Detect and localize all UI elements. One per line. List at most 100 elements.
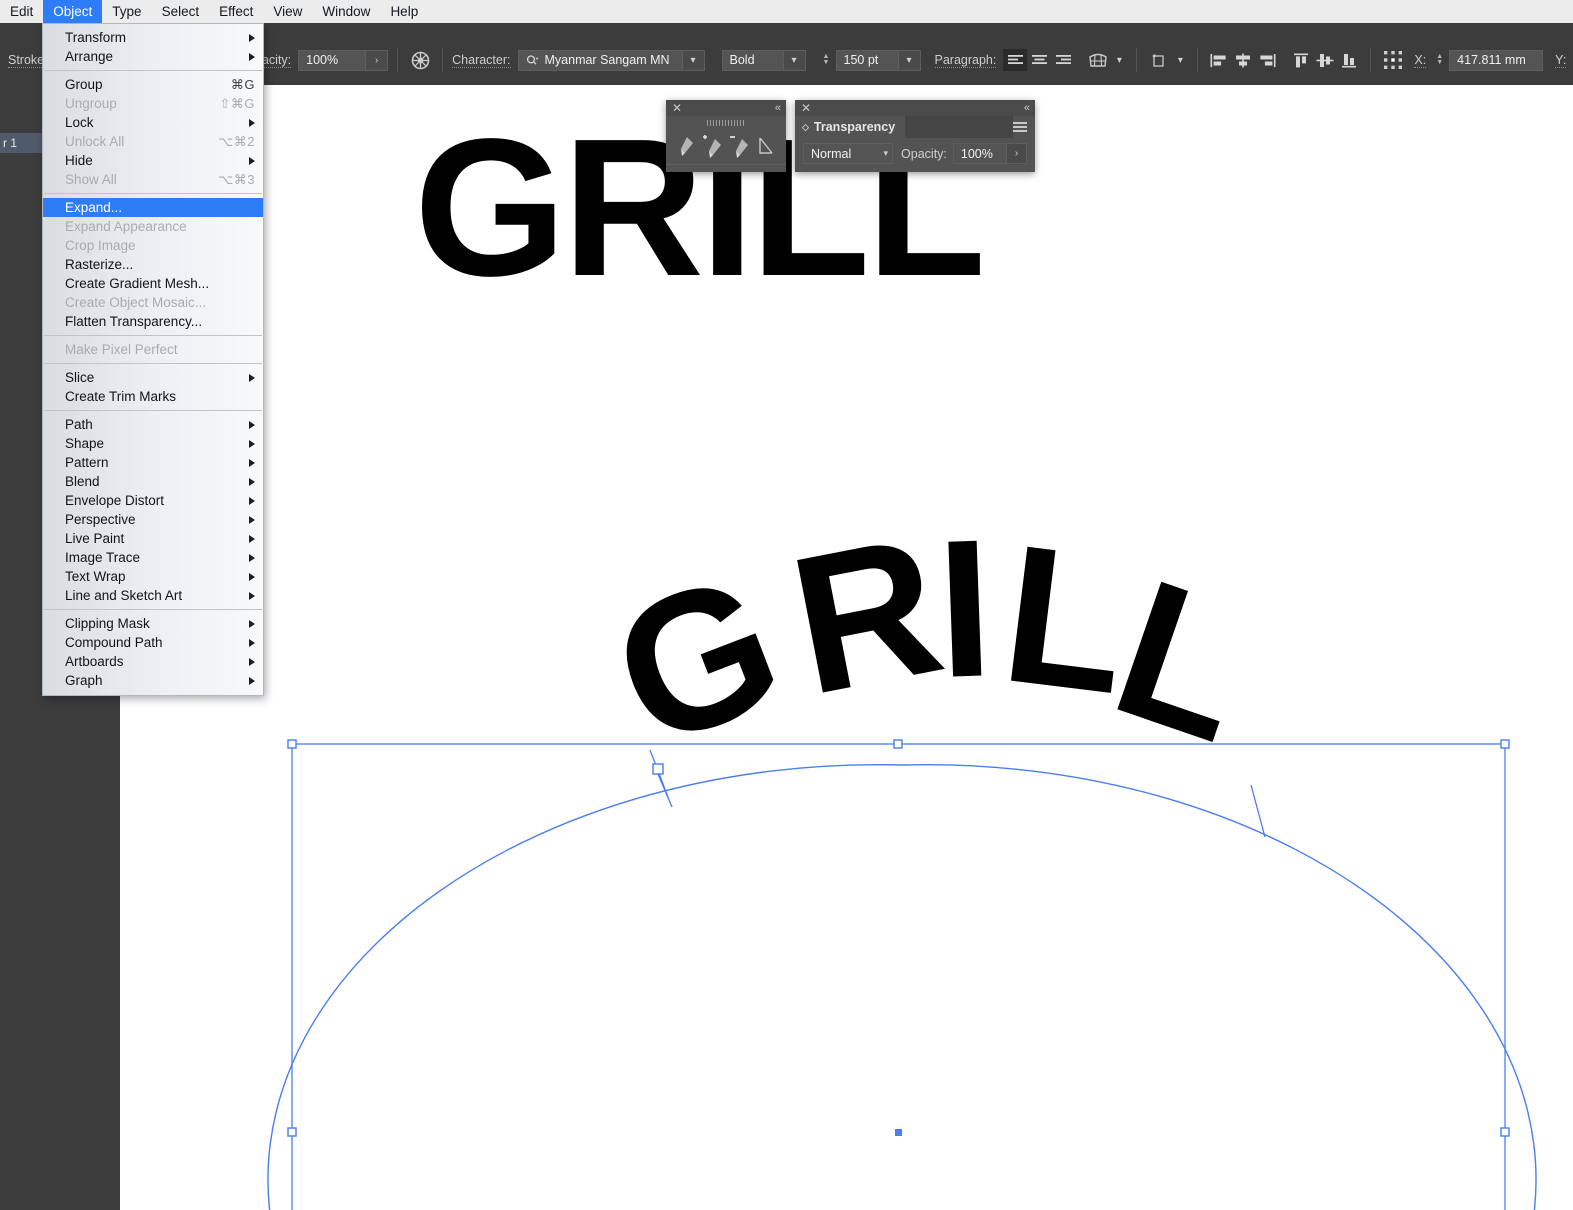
menu-item-create-trim-marks[interactable]: Create Trim Marks <box>43 387 263 406</box>
menu-item-create-gradient-mesh[interactable]: Create Gradient Mesh... <box>43 274 263 293</box>
menu-item-blend[interactable]: Blend <box>43 472 263 491</box>
menu-item-shape[interactable]: Shape <box>43 434 263 453</box>
menu-object[interactable]: Object <box>43 0 103 23</box>
warp-envelope-icon[interactable] <box>1085 48 1111 72</box>
illustrator-window: r 1 GRILL G R I L L Stroke: pacity: 100%… <box>0 0 1573 1210</box>
menu-item-arrange[interactable]: Arrange <box>43 47 263 66</box>
submenu-arrow-icon <box>249 496 255 505</box>
font-size-input[interactable]: 150 pt <box>835 49 899 71</box>
menu-item-image-trace[interactable]: Image Trace <box>43 548 263 567</box>
close-icon[interactable]: ✕ <box>801 102 811 114</box>
menu-item-expand[interactable]: Expand... <box>43 198 263 217</box>
font-family-dropdown-arrow[interactable]: ▾ <box>682 49 705 71</box>
add-anchor-point-tool-icon[interactable] <box>701 134 725 160</box>
menu-item-perspective[interactable]: Perspective <box>43 510 263 529</box>
font-style-dropdown-arrow[interactable]: ▾ <box>783 49 806 71</box>
opacity-input[interactable]: 100% <box>298 49 367 71</box>
menu-item-slice[interactable]: Slice <box>43 368 263 387</box>
bbox-handle-top-left[interactable] <box>287 739 297 749</box>
close-icon[interactable]: ✕ <box>672 102 682 114</box>
warp-dropdown-arrow[interactable]: ▾ <box>1111 50 1127 71</box>
font-family-input[interactable]: Myanmar Sangam MN <box>517 49 683 71</box>
align-left-button[interactable] <box>1003 49 1028 71</box>
align-horizontal-center-button[interactable] <box>1231 49 1255 71</box>
align-vertical-bottom-button[interactable] <box>1337 49 1361 71</box>
align-vertical-top-button[interactable] <box>1289 49 1313 71</box>
transparency-tab-label: Transparency <box>813 120 896 134</box>
menu-item-compound-path[interactable]: Compound Path <box>43 633 263 652</box>
menu-item-live-paint[interactable]: Live Paint <box>43 529 263 548</box>
anchor-point-tool-icon[interactable] <box>755 134 779 160</box>
x-coordinate-input[interactable]: 417.811 mm <box>1449 49 1544 71</box>
reference-point-widget[interactable] <box>1380 48 1406 72</box>
menu-item-label: Text Wrap <box>65 569 126 584</box>
menu-item-label: Clipping Mask <box>65 616 150 631</box>
align-horizontal-right-button[interactable] <box>1255 49 1279 71</box>
transparency-tab-row: ◇ Transparency <box>795 116 1035 138</box>
menu-edit[interactable]: Edit <box>0 0 43 23</box>
ellipse-text-path[interactable] <box>267 763 1537 1210</box>
transparency-opacity-flyout[interactable]: › <box>1006 143 1027 164</box>
bbox-handle-mid-left[interactable] <box>287 1127 297 1137</box>
menu-item-pattern[interactable]: Pattern <box>43 453 263 472</box>
delete-anchor-point-tool-icon[interactable] <box>728 134 752 160</box>
submenu-arrow-icon <box>249 477 255 486</box>
font-size-dropdown-arrow[interactable]: ▾ <box>898 49 921 71</box>
menu-item-group[interactable]: Group ⌘G <box>43 75 263 94</box>
menu-window[interactable]: Window <box>312 0 380 23</box>
pen-tools-panel[interactable]: ✕ « <box>666 100 786 172</box>
tab-transparency[interactable]: ◇ Transparency <box>795 116 906 138</box>
menu-item-label: Line and Sketch Art <box>65 588 183 603</box>
menu-item-rasterize[interactable]: Rasterize... <box>43 255 263 274</box>
bbox-handle-top-right[interactable] <box>1500 739 1510 749</box>
path-anchor-point-left[interactable] <box>652 763 664 775</box>
font-style-input[interactable]: Bold <box>721 49 784 71</box>
align-horizontal-left-button[interactable] <box>1207 49 1231 71</box>
opacity-flyout-button[interactable]: › <box>366 49 389 71</box>
panel-menu-icon[interactable] <box>1013 120 1027 135</box>
font-size-stepper[interactable]: ▲ ▼ <box>820 50 833 71</box>
layer-label: r 1 <box>3 136 18 150</box>
menu-help[interactable]: Help <box>380 0 428 23</box>
object-menu-dropdown[interactable]: Transform Arrange Group ⌘G Ungroup ⇧⌘G Lock Unl… <box>42 23 264 696</box>
menu-select[interactable]: Select <box>152 0 210 23</box>
transparency-panel[interactable]: ✕ « ◇ Transparency Normal ▾ Opacity: 100… <box>795 100 1035 172</box>
align-center-button[interactable] <box>1027 49 1051 71</box>
bbox-handle-top-center[interactable] <box>893 739 903 749</box>
menu-effect[interactable]: Effect <box>209 0 263 23</box>
menu-item-hide[interactable]: Hide <box>43 151 263 170</box>
bbox-handle-mid-right[interactable] <box>1500 1127 1510 1137</box>
align-vertical-center-button[interactable] <box>1313 49 1337 71</box>
pen-tool-icon[interactable] <box>674 134 698 160</box>
arc-text-letters[interactable]: G R I L L <box>587 494 1276 789</box>
menu-item-envelope-distort[interactable]: Envelope Distort <box>43 491 263 510</box>
menu-item-label: Envelope Distort <box>65 493 165 508</box>
artboard-canvas[interactable]: GRILL G R I L L <box>120 85 1573 1210</box>
pen-tool-buttons <box>666 130 786 164</box>
pen-panel-titlebar[interactable]: ✕ « <box>666 100 786 116</box>
blend-mode-select[interactable]: Normal ▾ <box>803 143 894 164</box>
menu-item-transform[interactable]: Transform <box>43 28 263 47</box>
align-right-button[interactable] <box>1051 49 1075 71</box>
menu-item-line-and-sketch-art[interactable]: Line and Sketch Art <box>43 586 263 605</box>
menu-item-lock[interactable]: Lock <box>43 113 263 132</box>
menu-view[interactable]: View <box>263 0 312 23</box>
menu-item-path[interactable]: Path <box>43 415 263 434</box>
x-stepper[interactable]: ▲ ▼ <box>1433 50 1446 71</box>
menu-type[interactable]: Type <box>102 0 151 23</box>
collapse-icon[interactable]: « <box>775 102 781 114</box>
menu-item-text-wrap[interactable]: Text Wrap <box>43 567 263 586</box>
menu-item-label: Arrange <box>65 49 114 64</box>
menu-item-flatten-transparency[interactable]: Flatten Transparency... <box>43 312 263 331</box>
transparency-opacity-input[interactable]: 100% <box>952 143 1007 164</box>
transform-object-icon[interactable] <box>1146 48 1172 72</box>
panel-drag-grip[interactable] <box>666 116 786 130</box>
menu-item-clipping-mask[interactable]: Clipping Mask <box>43 614 263 633</box>
transform-dropdown-arrow[interactable]: ▾ <box>1172 50 1188 71</box>
collapse-icon[interactable]: « <box>1024 102 1030 114</box>
recolor-artwork-icon[interactable] <box>407 48 433 72</box>
toolbar-divider-5 <box>1370 48 1372 72</box>
menu-item-artboards[interactable]: Artboards <box>43 652 263 671</box>
transparency-panel-titlebar[interactable]: ✕ « <box>795 100 1035 116</box>
menu-item-graph[interactable]: Graph <box>43 671 263 690</box>
